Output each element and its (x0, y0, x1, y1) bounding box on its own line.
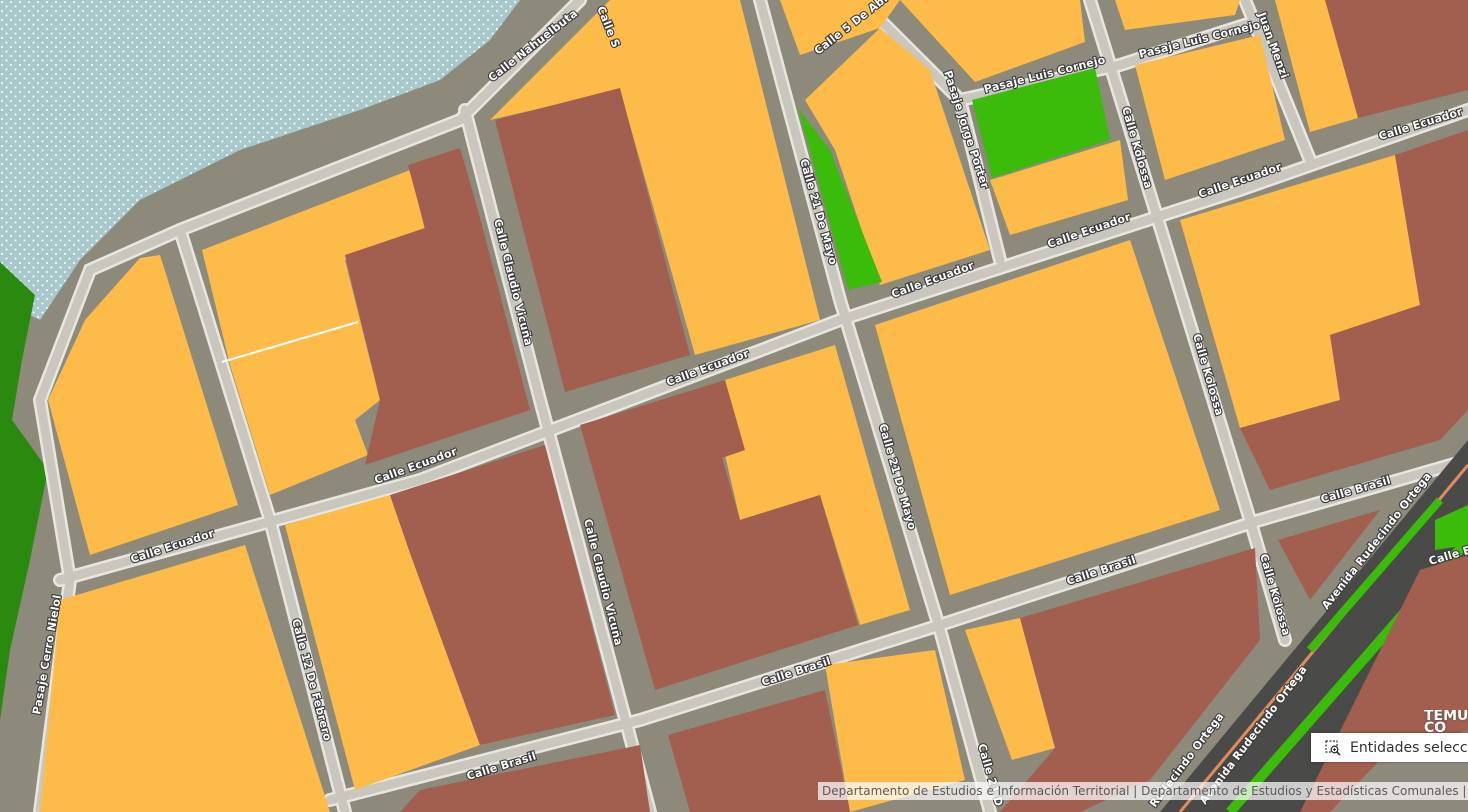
map-canvas[interactable]: Calle Nahuelbuta Calle S Calle 5 De Abri… (0, 0, 1468, 812)
attribution-text: Departamento de Estudios e Información T… (822, 784, 1468, 798)
attribution-bar: Departamento de Estudios e Información T… (818, 782, 1468, 800)
selected-entities-label: Entidades seleccionadas (1350, 739, 1468, 756)
brand-logo: TEMU CO (1424, 710, 1468, 734)
zoom-to-selection-icon (1325, 739, 1341, 756)
selected-entities-button[interactable]: Entidades seleccionadas (1311, 733, 1468, 762)
